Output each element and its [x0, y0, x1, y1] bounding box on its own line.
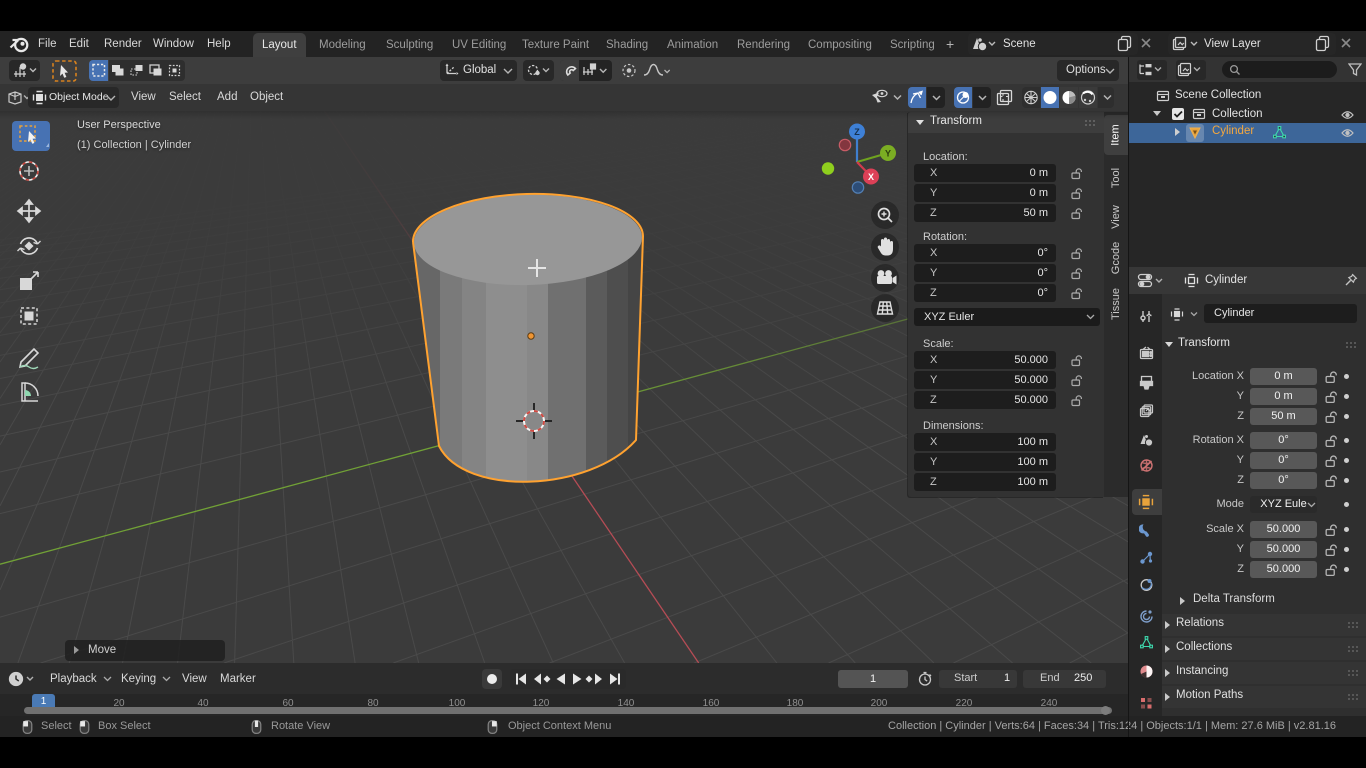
- svg-text:Y: Y: [885, 149, 891, 159]
- svg-text:Z: Z: [854, 127, 860, 137]
- svg-text:X: X: [868, 172, 874, 182]
